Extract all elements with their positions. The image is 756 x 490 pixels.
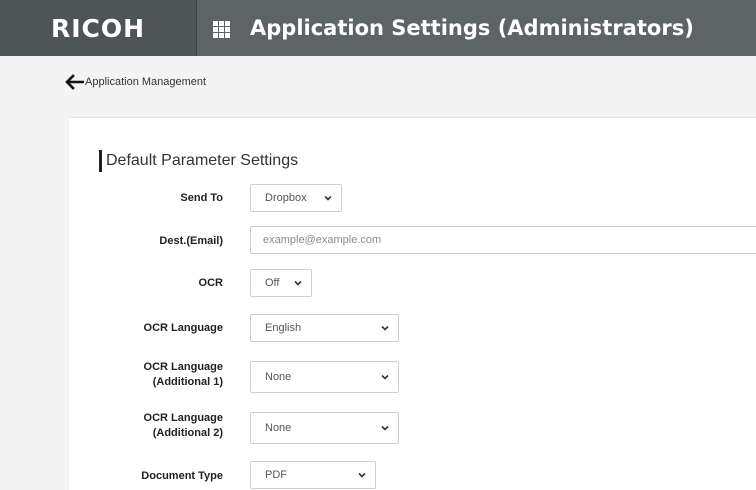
document-type-label: Document Type <box>141 470 223 482</box>
ricoh-logo: RICOH <box>0 0 197 56</box>
chevron-down-icon <box>324 195 332 201</box>
ocr-language-add1-label-line2: (Additional 1) <box>152 376 223 388</box>
back-link-label: Application Management <box>85 76 207 88</box>
chevron-down-icon <box>358 472 366 478</box>
back-link-application-management[interactable]: Application Management <box>64 74 206 90</box>
ocr-language-add1-value: None <box>265 371 292 383</box>
dest-email-input[interactable] <box>250 226 756 254</box>
ocr-language-add2-label: OCR Language (Additional 2) <box>83 411 223 441</box>
ocr-language-add1-label: OCR Language (Additional 1) <box>83 360 223 390</box>
app-header: RICOH Application Settings (Administrato… <box>0 0 756 56</box>
chevron-down-icon <box>381 425 389 431</box>
ocr-language-add2-value: None <box>265 422 292 434</box>
ocr-language-add2-label-line2: (Additional 2) <box>152 427 223 439</box>
ocr-language-add1-label-line1: OCR Language <box>143 361 223 373</box>
ocr-language-add2-label-line1: OCR Language <box>143 412 223 424</box>
ocr-language-value: English <box>265 322 302 334</box>
ocr-language-select[interactable]: English <box>250 314 399 342</box>
ocr-language-label: OCR Language <box>143 322 223 334</box>
dest-email-label: Dest.(Email) <box>159 235 223 247</box>
chevron-down-icon <box>381 374 389 380</box>
section-title: Default Parameter Settings <box>99 150 298 172</box>
ocr-language-add2-select[interactable]: None <box>250 412 399 444</box>
ocr-value: Off <box>265 277 280 289</box>
send-to-value: Dropbox <box>265 192 307 204</box>
chevron-down-icon <box>381 325 389 331</box>
page-title: Application Settings (Administrators) <box>250 16 694 40</box>
ocr-select[interactable]: Off <box>250 269 312 297</box>
arrow-left-icon <box>65 74 84 90</box>
send-to-label: Send To <box>180 192 223 204</box>
apps-grid-icon[interactable] <box>213 21 230 38</box>
document-type-select[interactable]: PDF <box>250 461 376 489</box>
document-type-value: PDF <box>265 469 287 481</box>
chevron-down-icon <box>294 280 302 286</box>
send-to-select[interactable]: Dropbox <box>250 184 342 212</box>
ocr-label: OCR <box>198 277 223 289</box>
ocr-language-add1-select[interactable]: None <box>250 361 399 393</box>
